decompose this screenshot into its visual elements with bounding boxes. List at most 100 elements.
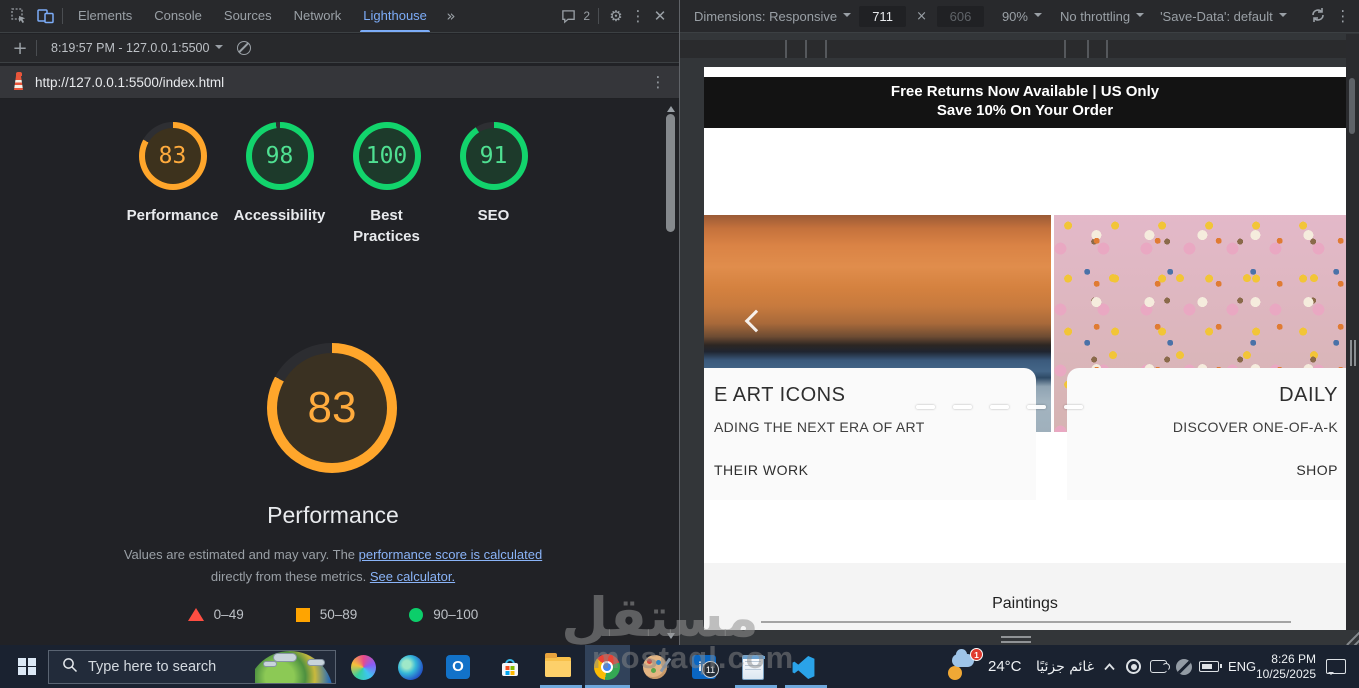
ruler-tick [1087, 40, 1089, 58]
tray-weather-icon[interactable]: 1 [946, 645, 983, 688]
right-card-subtitle: DISCOVER ONE-OF-A-K [1172, 419, 1338, 435]
taskbar-paint-icon[interactable] [635, 647, 675, 687]
page-scrollbar-thumb[interactable] [1349, 78, 1355, 134]
accessibility-score-value: 98 [265, 143, 294, 169]
tray-battery-icon[interactable] [1199, 645, 1222, 688]
chevron-down-icon [1278, 13, 1287, 21]
viewport-corner-resize-handle[interactable] [1344, 630, 1359, 645]
search-placeholder: Type here to search [88, 659, 217, 675]
legend-good: 90–100 [409, 607, 478, 622]
new-report-icon[interactable]: + [8, 38, 32, 59]
tab-elements[interactable]: Elements [67, 0, 143, 32]
device-menu-icon[interactable]: ⋮ [1335, 7, 1351, 25]
action-center-icon[interactable] [1326, 645, 1346, 688]
score-performance[interactable]: 83 Performance [127, 122, 218, 247]
more-tabs-icon[interactable]: » [438, 3, 464, 29]
score-accessibility[interactable]: 98 Accessibility [234, 122, 325, 247]
scrollbar-down-icon[interactable] [667, 633, 675, 643]
disclaimer-text: Values are estimated and may vary. The [123, 547, 359, 562]
tab-lighthouse[interactable]: Lighthouse [352, 0, 438, 32]
chevron-down-icon [843, 13, 852, 21]
calc-link-2[interactable]: See calculator. [370, 569, 455, 584]
tray-rotation-lock-icon[interactable] [1150, 645, 1170, 688]
taskbar-search-input[interactable]: Type here to search [48, 650, 336, 684]
taskbar-vscode-icon[interactable] [783, 647, 823, 687]
issues-icon[interactable] [555, 3, 581, 29]
close-devtools-icon[interactable]: ✕ [647, 3, 673, 29]
taskbar-store-icon[interactable] [490, 647, 530, 687]
media-query-ruler[interactable] [680, 40, 1346, 58]
carousel-card-left[interactable]: E ART ICONS ADING THE NEXT ERA OF ART TH… [704, 368, 1036, 500]
tray-expand-icon[interactable] [1103, 645, 1116, 688]
viewport-width-drag-handle[interactable] [1350, 340, 1358, 366]
carousel-dash[interactable] [1027, 405, 1046, 409]
tab-console[interactable]: Console [143, 0, 213, 32]
performance-main-gauge: 83 [267, 343, 397, 473]
device-toolbar-icon[interactable] [32, 3, 58, 29]
taskbar-chrome-icon[interactable] [587, 647, 627, 687]
taskbar-outlook-icon[interactable] [438, 647, 478, 687]
tray-clock[interactable]: 8:26 PM 10/25/2025 [1256, 645, 1316, 688]
legend-fail-range: 0–49 [213, 607, 244, 622]
tray-record-icon[interactable] [1126, 645, 1141, 688]
carousel-dash[interactable] [990, 405, 1009, 409]
taskbar-notepad-icon[interactable] [733, 647, 773, 687]
carousel-dash[interactable] [953, 405, 972, 409]
dimensions-select[interactable]: Dimensions: Responsive [694, 9, 852, 24]
tray-temperature[interactable]: 24°C [988, 645, 1022, 688]
right-card-title: DAILY [1279, 384, 1338, 406]
score-best-practices[interactable]: 100 Best Practices [344, 122, 429, 247]
devtools-panel: Elements Console Sources Network Lightho… [0, 0, 679, 645]
device-emulation-pane: Dimensions: Responsive 711 × 606 90% No … [679, 0, 1359, 645]
lighthouse-logo-icon [12, 72, 25, 92]
throttling-select[interactable]: No throttling [1060, 9, 1145, 24]
legend-good-range: 90–100 [433, 607, 479, 622]
rotate-device-icon[interactable] [1309, 6, 1327, 27]
score-seo[interactable]: 91 SEO [451, 122, 536, 247]
carousel-dash[interactable] [1064, 405, 1083, 409]
scrollbar-up-icon[interactable] [667, 102, 675, 112]
tray-language[interactable]: ENG [1228, 645, 1256, 688]
panel-scrollbar-thumb[interactable] [666, 114, 675, 232]
height-input[interactable]: 606 [936, 5, 984, 27]
legend-fail: 0–49 [187, 607, 244, 622]
run-selector[interactable]: 8:19:57 PM - 127.0.0.1:5500 [51, 41, 209, 55]
taskbar-copilot-icon[interactable] [343, 647, 383, 687]
width-input[interactable]: 711 [859, 5, 907, 27]
tab-sources[interactable]: Sources [213, 0, 283, 32]
carousel-dash[interactable] [916, 405, 935, 409]
page-viewport: Free Returns Now Available | US Only Sav… [704, 67, 1346, 630]
accessibility-score-label: Accessibility [233, 207, 326, 224]
devtools-menu-icon[interactable]: ⋮ [629, 3, 647, 29]
paintings-section: Paintings [704, 563, 1346, 630]
tray-weather-condition[interactable]: غائم جزئيًا [1036, 645, 1094, 688]
taskbar-edge-icon[interactable] [390, 647, 430, 687]
devtools-toolbar: Elements Console Sources Network Lightho… [0, 0, 679, 33]
left-card-cta[interactable]: THEIR WORK [714, 462, 808, 478]
tray-network-off-icon[interactable] [1176, 645, 1192, 688]
save-data-select[interactable]: 'Save-Data': default [1160, 9, 1287, 24]
paintings-tab[interactable]: Paintings [704, 595, 1346, 613]
performance-score-value: 83 [158, 143, 187, 169]
ruler-tick [1106, 40, 1108, 58]
chevron-down-icon [215, 45, 224, 53]
tab-network[interactable]: Network [283, 0, 353, 32]
inspect-element-icon[interactable] [6, 3, 32, 29]
taskbar-linkedin-icon[interactable]: 11 [684, 647, 724, 687]
zoom-select[interactable]: 90% [1002, 9, 1042, 24]
start-button[interactable] [8, 645, 46, 688]
dimensions-separator-icon: × [916, 8, 927, 24]
report-menu-icon[interactable]: ⋮ [649, 73, 667, 91]
clear-reports-icon[interactable] [237, 41, 252, 55]
score-disclaimer: Values are estimated and may vary. The p… [113, 544, 553, 588]
horizontal-scrollbar[interactable] [761, 621, 1291, 623]
settings-gear-icon[interactable]: ⚙ [603, 3, 629, 29]
windows-logo-icon [18, 657, 36, 676]
main-gauge-label: Performance [267, 502, 399, 528]
right-card-cta[interactable]: SHOP [1296, 462, 1338, 478]
taskbar-explorer-icon[interactable] [538, 647, 578, 687]
calc-link-1[interactable]: performance score is calculated [359, 547, 543, 562]
carousel-card-right[interactable]: DAILY DISCOVER ONE-OF-A-K SHOP [1067, 368, 1346, 500]
issues-count[interactable]: 2 [583, 9, 590, 23]
toolbar-right-group: 2 ⚙ ⋮ ✕ [555, 3, 673, 29]
